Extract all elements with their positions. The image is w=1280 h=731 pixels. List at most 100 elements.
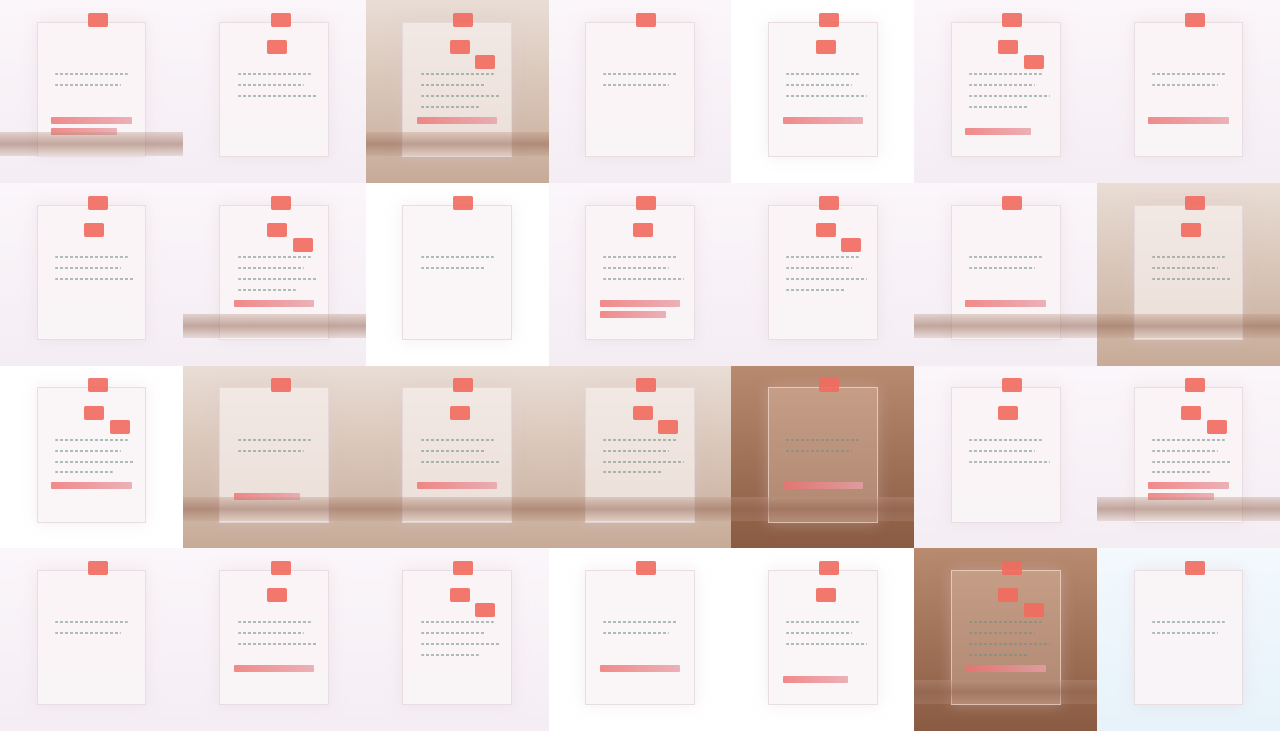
red-label-icon bbox=[453, 195, 474, 210]
text-line bbox=[54, 266, 121, 269]
thumbnail-tile[interactable] bbox=[914, 0, 1098, 183]
text-line bbox=[603, 277, 684, 280]
thumbnail-tile[interactable] bbox=[182, 365, 366, 549]
text-line bbox=[237, 73, 311, 76]
thumbnail-tile[interactable] bbox=[1097, 365, 1280, 549]
text-line bbox=[969, 632, 1035, 635]
text-line bbox=[237, 632, 304, 635]
text-line bbox=[786, 84, 853, 87]
thumbnail-tile[interactable] bbox=[1097, 182, 1280, 366]
highlight-bar bbox=[965, 299, 1046, 307]
window-frame bbox=[36, 570, 147, 706]
red-label-icon bbox=[1023, 603, 1044, 618]
text-line bbox=[969, 255, 1043, 258]
thumbnail-tile[interactable] bbox=[731, 0, 915, 183]
text-line bbox=[237, 277, 319, 280]
red-label-icon bbox=[632, 405, 653, 420]
thumbnail-tile[interactable] bbox=[182, 0, 366, 183]
text-line bbox=[237, 643, 319, 646]
thumbnail-tile[interactable] bbox=[1097, 548, 1280, 731]
red-label-icon bbox=[815, 588, 836, 603]
text-line bbox=[786, 73, 860, 76]
thumbnail-tile[interactable] bbox=[731, 365, 915, 549]
red-label-icon bbox=[266, 40, 287, 55]
highlight-bar bbox=[599, 299, 681, 307]
red-label-icon bbox=[1181, 222, 1202, 237]
thumbnail-tile[interactable] bbox=[365, 182, 549, 366]
text-line bbox=[786, 643, 867, 646]
text-line bbox=[969, 438, 1043, 441]
thumbnail-tile[interactable] bbox=[1097, 0, 1280, 183]
thumbnail-tile[interactable] bbox=[0, 365, 183, 549]
red-label-icon bbox=[1002, 378, 1023, 393]
red-label-icon bbox=[449, 405, 470, 420]
text-line bbox=[1151, 449, 1218, 452]
red-label-icon bbox=[1002, 12, 1023, 27]
thumbnail-tile[interactable] bbox=[914, 182, 1098, 366]
text-line bbox=[54, 84, 121, 87]
thumbnail-tile[interactable] bbox=[548, 182, 732, 366]
thumbnail-tile[interactable] bbox=[0, 182, 183, 366]
thumbnail-tile[interactable] bbox=[914, 548, 1098, 731]
red-label-icon bbox=[815, 222, 836, 237]
red-label-icon bbox=[449, 40, 470, 55]
text-line bbox=[786, 438, 860, 441]
bottom-band bbox=[548, 497, 732, 522]
bottom-band bbox=[182, 497, 366, 522]
highlight-bar bbox=[51, 116, 132, 124]
red-label-icon bbox=[998, 405, 1019, 420]
text-line bbox=[237, 95, 319, 98]
bottom-band bbox=[914, 679, 1098, 704]
red-label-icon bbox=[87, 561, 108, 576]
text-line bbox=[603, 266, 670, 269]
thumbnail-tile[interactable] bbox=[182, 182, 366, 366]
thumbnail-tile[interactable] bbox=[365, 0, 549, 183]
bottom-band bbox=[0, 131, 183, 156]
text-line bbox=[420, 266, 487, 269]
thumbnail-tile[interactable] bbox=[548, 365, 732, 549]
text-line bbox=[420, 255, 494, 258]
window-frame bbox=[402, 204, 512, 340]
red-label-icon bbox=[815, 40, 836, 55]
text-line bbox=[54, 449, 121, 452]
red-label-icon bbox=[266, 588, 287, 603]
red-label-icon bbox=[636, 561, 657, 576]
highlight-bar bbox=[416, 482, 498, 490]
text-line bbox=[420, 105, 480, 108]
red-label-icon bbox=[270, 195, 291, 210]
text-line bbox=[1151, 73, 1226, 76]
thumbnail-tile[interactable] bbox=[0, 0, 183, 183]
text-line bbox=[969, 105, 1028, 108]
red-label-icon bbox=[87, 12, 108, 27]
red-label-icon bbox=[1023, 54, 1044, 69]
red-label-icon bbox=[636, 12, 657, 27]
thumbnail-tile[interactable] bbox=[731, 548, 915, 731]
text-line bbox=[603, 73, 677, 76]
thumbnail-tile[interactable] bbox=[914, 365, 1098, 549]
red-label-icon bbox=[270, 561, 291, 576]
thumbnail-tile[interactable] bbox=[365, 365, 549, 549]
text-line bbox=[969, 95, 1050, 98]
text-line bbox=[420, 73, 494, 76]
text-line bbox=[786, 449, 853, 452]
red-label-icon bbox=[292, 237, 313, 252]
highlight-bar bbox=[1148, 116, 1229, 124]
thumbnail-tile[interactable] bbox=[548, 0, 732, 183]
thumbnail-tile[interactable] bbox=[731, 182, 915, 366]
text-line bbox=[786, 255, 860, 258]
red-label-icon bbox=[1184, 12, 1205, 27]
text-line bbox=[603, 255, 677, 258]
red-label-icon bbox=[1184, 561, 1205, 576]
thumbnail-tile[interactable] bbox=[0, 548, 183, 731]
thumbnail-tile[interactable] bbox=[548, 548, 732, 731]
bottom-band bbox=[365, 131, 549, 156]
window-frame bbox=[1133, 21, 1244, 158]
window-frame bbox=[585, 21, 695, 158]
thumbnail-tile[interactable] bbox=[365, 548, 549, 731]
text-line bbox=[420, 95, 501, 98]
red-label-icon bbox=[449, 588, 470, 603]
text-line bbox=[1151, 266, 1218, 269]
bottom-band bbox=[182, 314, 366, 339]
thumbnail-tile[interactable] bbox=[182, 548, 366, 731]
text-line bbox=[1151, 277, 1233, 280]
